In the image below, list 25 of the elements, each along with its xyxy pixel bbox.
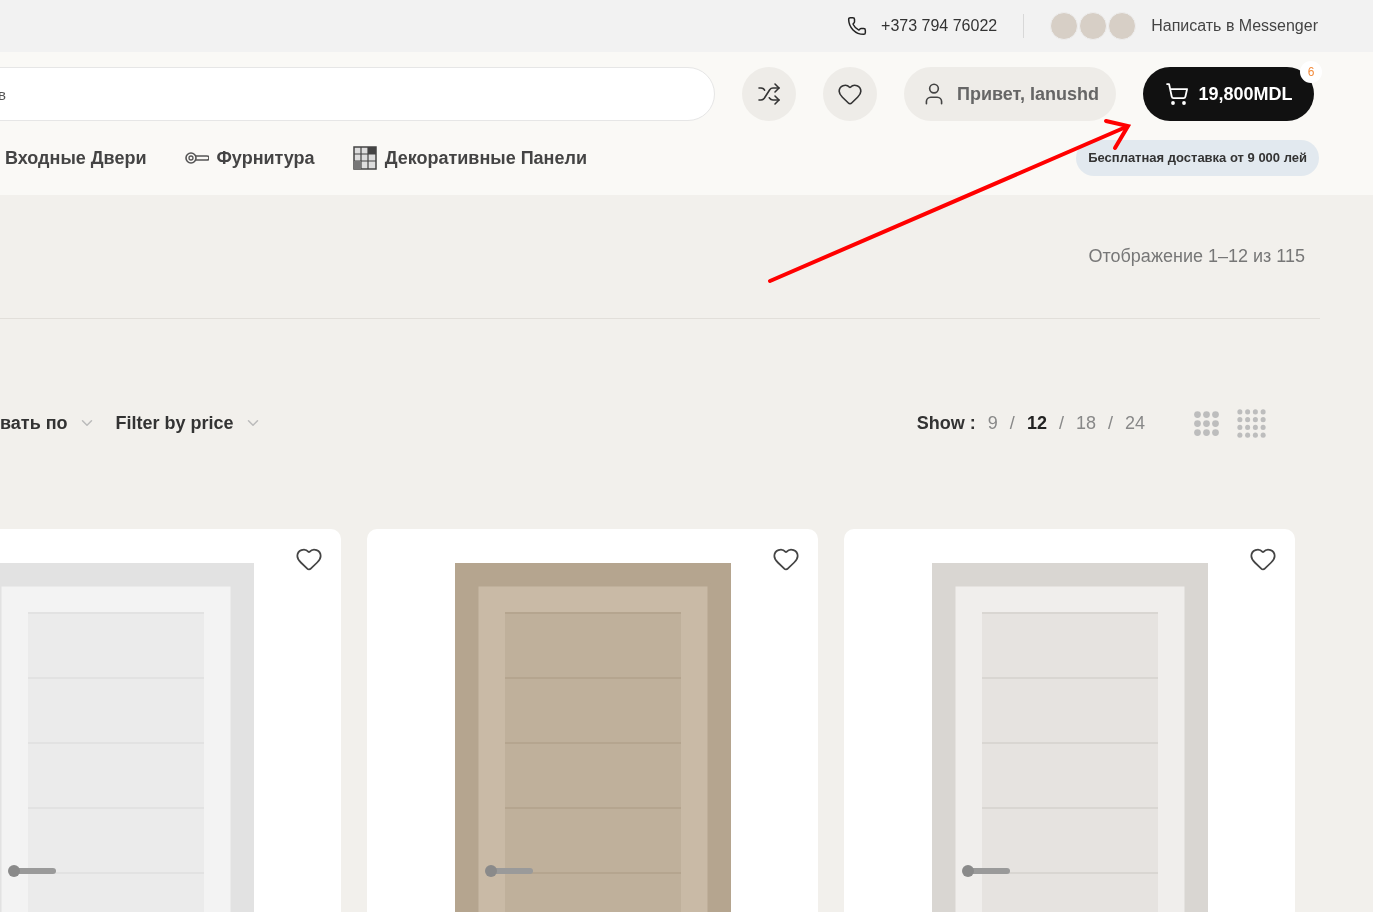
result-count: Отображение 1–12 из 115 <box>1088 245 1305 268</box>
filter-dropdown[interactable]: Filter by price <box>115 409 262 437</box>
free-delivery-badge: Бесплатная доставка от 9 000 лей <box>1076 140 1319 176</box>
heart-icon <box>837 81 863 107</box>
door-handle-icon <box>184 151 209 165</box>
panel-icon <box>352 146 377 170</box>
slash-separator: / <box>1107 411 1113 435</box>
messenger-link[interactable]: Написать в Messenger <box>1151 14 1318 38</box>
category-link[interactable]: Декоративные Панели <box>352 144 587 172</box>
phone-icon <box>847 16 868 36</box>
shuffle-icon <box>757 82 781 106</box>
per-page-option[interactable]: 12 <box>1026 409 1047 437</box>
filter-dropdown[interactable]: вать по <box>0 409 96 437</box>
cart-count-badge: 6 <box>1300 61 1323 83</box>
slash-separator: / <box>1009 411 1015 435</box>
category-link[interactable]: Фурнитура <box>184 144 315 172</box>
slash-separator: / <box>1058 411 1064 435</box>
show-label: Show : <box>916 411 976 435</box>
avatar <box>1050 12 1079 40</box>
avatar <box>1079 12 1108 40</box>
avatar <box>1108 12 1137 40</box>
cart-icon <box>1164 82 1189 106</box>
category-link[interactable]: Входные Двери <box>5 144 147 172</box>
account-button[interactable]: Привет, Ianushd <box>904 67 1117 121</box>
phone-number[interactable]: +373 794 76022 <box>881 14 998 38</box>
